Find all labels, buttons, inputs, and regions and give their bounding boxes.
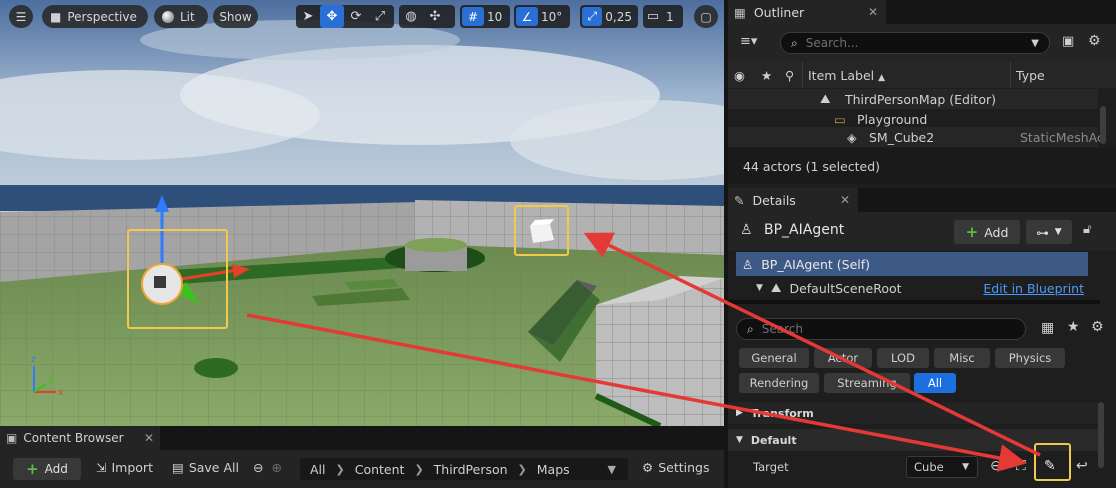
annotation-arrows — [246, 232, 1041, 472]
